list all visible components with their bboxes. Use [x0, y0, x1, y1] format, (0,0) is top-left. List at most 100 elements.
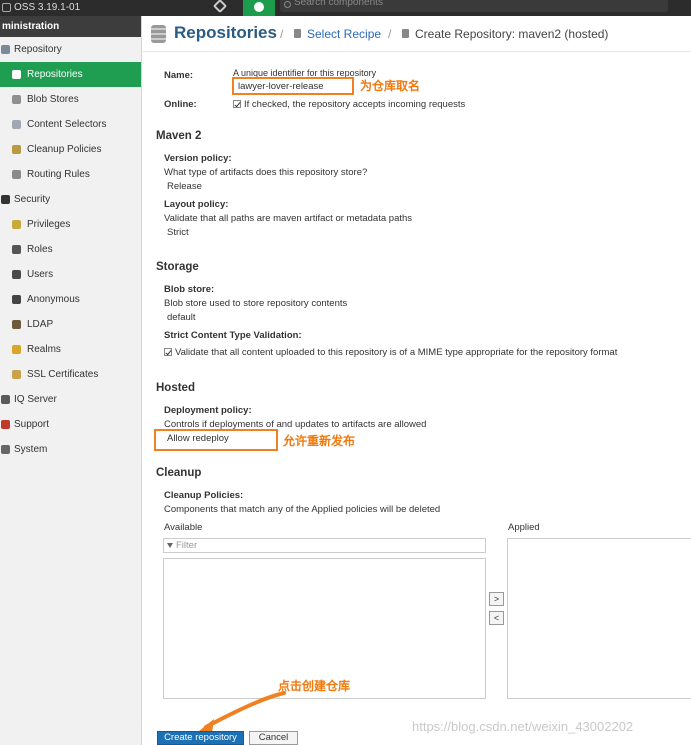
iq-server-icon — [1, 395, 10, 404]
available-label: Available — [164, 522, 203, 533]
sidebar-item-label: Blob Stores — [27, 94, 79, 105]
deployment-highlight-box — [154, 429, 278, 451]
sidebar-item-system[interactable]: System — [0, 437, 141, 462]
sidebar-item-realms[interactable]: Realms — [0, 337, 141, 362]
blob-store-help: Blob store used to store repository cont… — [164, 298, 348, 309]
version-policy-help: What type of artifacts does this reposit… — [164, 167, 368, 178]
roles-icon — [12, 245, 21, 254]
support-icon — [1, 420, 10, 429]
strict-validation-checkbox[interactable] — [164, 348, 172, 356]
name-annotation: 为仓库取名 — [360, 79, 421, 93]
breadcrumb-create-repository: Create Repository: maven2 (hosted) — [415, 27, 609, 41]
sidebar-item-roles[interactable]: Roles — [0, 237, 141, 262]
maven-section-title: Maven 2 — [156, 130, 202, 142]
repository-icon — [402, 29, 409, 38]
content-selectors-icon — [12, 120, 21, 129]
sidebar-item-label: SSL Certificates — [27, 369, 99, 380]
create-repository-button[interactable]: Create repository — [157, 731, 244, 745]
online-label: Online: — [164, 99, 197, 110]
name-label: Name: — [164, 70, 194, 81]
repository-icon — [1, 45, 10, 54]
strict-validation-row: Validate that all content uploaded to th… — [164, 347, 617, 358]
sidebar-item-label: Realms — [27, 344, 61, 355]
breadcrumb-separator: / — [280, 27, 284, 41]
sidebar-item-cleanup-policies[interactable]: Cleanup Policies — [0, 137, 141, 162]
applied-policies-list[interactable] — [507, 538, 691, 699]
sidebar-item-privileges[interactable]: Privileges — [0, 212, 141, 237]
sidebar-item-label: Repository — [14, 44, 62, 55]
sidebar-item-label: Repositories — [27, 69, 83, 80]
available-filter-input[interactable]: Filter — [163, 538, 486, 553]
ldap-icon — [12, 320, 21, 329]
admin-sidebar: ministration Repository Repositories Blob … — [0, 16, 142, 745]
sidebar-item-label: Roles — [27, 244, 53, 255]
sidebar-item-label: LDAP — [27, 319, 54, 330]
layout-policy-label: Layout policy: — [164, 199, 229, 210]
move-right-button[interactable]: > — [489, 592, 504, 606]
product-logo-icon — [2, 3, 11, 12]
sidebar-item-repositories[interactable]: Repositories — [0, 62, 141, 87]
cancel-button[interactable]: Cancel — [249, 731, 298, 745]
search-icon — [284, 1, 291, 8]
top-toolbar: OSS 3.19.1-01 Search components — [0, 0, 691, 16]
create-repository-form: Name: A unique identifier for this repos… — [143, 53, 691, 745]
database-icon — [151, 25, 166, 43]
sidebar-item-label: Cleanup Policies — [27, 144, 102, 155]
sidebar-item-ssl-certificates[interactable]: SSL Certificates — [0, 362, 141, 387]
sidebar-item-label: Support — [14, 419, 50, 430]
breadcrumb-separator: / — [388, 27, 392, 41]
privileges-icon — [12, 220, 21, 229]
version-policy-label: Version policy: — [164, 153, 232, 164]
sidebar-item-anonymous[interactable]: Anonymous — [0, 287, 141, 312]
sidebar-item-label: Security — [14, 194, 51, 205]
sidebar-section-title: ministration — [0, 16, 141, 37]
version-policy-value[interactable]: Release — [167, 181, 202, 192]
sidebar-item-security[interactable]: Security — [0, 187, 141, 212]
filter-icon — [167, 543, 173, 548]
sidebar-item-label: Routing Rules — [27, 169, 90, 180]
online-text: If checked, the repository accepts incom… — [244, 99, 466, 110]
breadcrumb-select-recipe[interactable]: Select Recipe — [307, 27, 381, 41]
security-icon — [1, 195, 10, 204]
ssl-certificates-icon — [12, 370, 21, 379]
sidebar-item-routing-rules[interactable]: Routing Rules — [0, 162, 141, 187]
deployment-policy-label: Deployment policy: — [164, 405, 252, 416]
cleanup-section-title: Cleanup — [156, 467, 202, 479]
repositories-icon — [12, 70, 21, 79]
applied-label: Applied — [508, 522, 540, 533]
sidebar-item-support[interactable]: Support — [0, 412, 141, 437]
layout-policy-value[interactable]: Strict — [167, 227, 189, 238]
redeploy-annotation: 允许重新发布 — [283, 434, 356, 448]
sidebar-item-label: Users — [27, 269, 54, 280]
sidebar-item-label: Privileges — [27, 219, 71, 230]
layout-policy-help: Validate that all paths are maven artifa… — [164, 213, 413, 224]
strict-validation-label: Strict Content Type Validation: — [164, 330, 302, 341]
name-highlight-box — [232, 77, 354, 95]
sidebar-item-ldap[interactable]: LDAP — [0, 312, 141, 337]
browse-cube-icon[interactable] — [212, 0, 228, 14]
routing-rules-icon — [12, 170, 21, 179]
blob-store-value[interactable]: default — [167, 312, 196, 323]
sidebar-item-repository[interactable]: Repository — [0, 37, 141, 62]
strict-validation-text: Validate that all content uploaded to th… — [175, 347, 618, 358]
product-version: OSS 3.19.1-01 — [14, 2, 81, 13]
online-checkbox[interactable] — [233, 100, 241, 108]
users-icon — [12, 270, 21, 279]
storage-section-title: Storage — [156, 261, 199, 273]
cleanup-policies-icon — [12, 145, 21, 154]
filter-placeholder: Filter — [176, 540, 198, 551]
recipe-icon — [294, 29, 301, 38]
sidebar-item-users[interactable]: Users — [0, 262, 141, 287]
sidebar-item-iq-server[interactable]: IQ Server — [0, 387, 141, 412]
move-left-button[interactable]: < — [489, 611, 504, 625]
administration-mode-button[interactable] — [243, 0, 275, 16]
sidebar-item-content-selectors[interactable]: Content Selectors — [0, 112, 141, 137]
blob-stores-icon — [12, 95, 21, 104]
watermark: https://blog.csdn.net/weixin_43002202 — [412, 719, 634, 734]
online-checkbox-row: If checked, the repository accepts incom… — [233, 99, 465, 110]
sidebar-item-blob-stores[interactable]: Blob Stores — [0, 87, 141, 112]
page-title: Repositories — [174, 23, 277, 42]
system-icon — [1, 445, 10, 454]
anonymous-icon — [12, 295, 21, 304]
search-input[interactable]: Search components — [280, 0, 668, 12]
